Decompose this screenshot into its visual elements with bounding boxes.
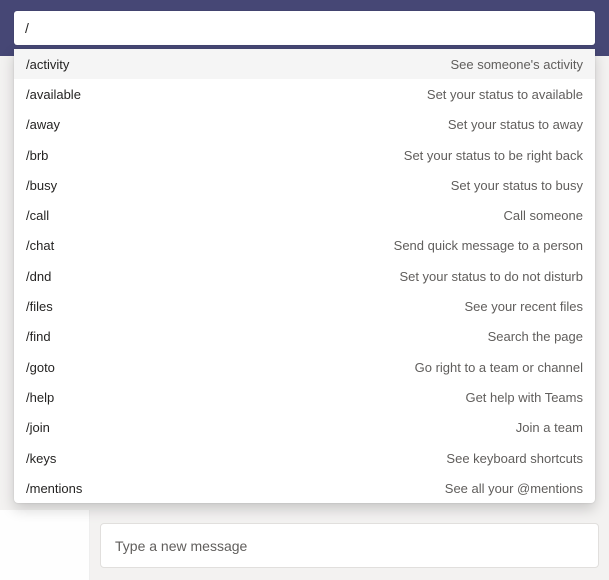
command-name: /away — [26, 117, 60, 132]
command-name: /find — [26, 329, 51, 344]
command-description: Set your status to away — [448, 117, 583, 132]
left-gutter — [0, 510, 90, 580]
command-row[interactable]: /find Search the page — [14, 322, 595, 352]
command-row[interactable]: /help Get help with Teams — [14, 382, 595, 412]
command-description: Call someone — [504, 208, 584, 223]
command-name: /goto — [26, 360, 55, 375]
command-description: Join a team — [516, 420, 583, 435]
command-name: /help — [26, 390, 54, 405]
command-description: See your recent files — [464, 299, 583, 314]
command-name: /busy — [26, 178, 57, 193]
app-header — [0, 0, 609, 56]
command-row[interactable]: /chat Send quick message to a person — [14, 231, 595, 261]
command-row[interactable]: /available Set your status to available — [14, 79, 595, 109]
command-row[interactable]: /goto Go right to a team or channel — [14, 352, 595, 382]
command-suggestions-dropdown: /activity See someone's activity/availabl… — [14, 49, 595, 503]
command-row[interactable]: /busy Set your status to busy — [14, 170, 595, 200]
search-input[interactable] — [25, 11, 584, 45]
command-description: See all your @mentions — [445, 481, 583, 496]
command-row[interactable]: /activity See someone's activity — [14, 49, 595, 79]
command-box[interactable] — [14, 11, 595, 45]
command-name: /brb — [26, 148, 48, 163]
command-name: /mentions — [26, 481, 82, 496]
command-description: Set your status to busy — [451, 178, 583, 193]
command-name: /call — [26, 208, 49, 223]
command-description: Send quick message to a person — [394, 238, 583, 253]
command-description: Set your status to do not disturb — [399, 269, 583, 284]
command-description: Go right to a team or channel — [415, 360, 583, 375]
command-row[interactable]: /mentions See all your @mentions — [14, 473, 595, 503]
compose-area: Type a new message — [0, 510, 609, 580]
command-name: /available — [26, 87, 81, 102]
command-description: Search the page — [488, 329, 583, 344]
command-row[interactable]: /away Set your status to away — [14, 110, 595, 140]
command-row[interactable]: /join Join a team — [14, 413, 595, 443]
command-row[interactable]: /files See your recent files — [14, 291, 595, 321]
command-name: /keys — [26, 451, 56, 466]
command-name: /join — [26, 420, 50, 435]
command-name: /files — [26, 299, 53, 314]
command-name: /activity — [26, 57, 69, 72]
command-description: See keyboard shortcuts — [446, 451, 583, 466]
message-input[interactable]: Type a new message — [100, 523, 599, 568]
command-description: Set your status to be right back — [404, 148, 583, 163]
command-name: /chat — [26, 238, 54, 253]
command-row[interactable]: /keys See keyboard shortcuts — [14, 443, 595, 473]
command-description: See someone's activity — [450, 57, 583, 72]
command-row[interactable]: /call Call someone — [14, 200, 595, 230]
command-description: Get help with Teams — [465, 390, 583, 405]
command-description: Set your status to available — [427, 87, 583, 102]
command-name: /dnd — [26, 269, 51, 284]
command-row[interactable]: /brb Set your status to be right back — [14, 140, 595, 170]
message-input-placeholder: Type a new message — [115, 538, 247, 554]
command-row[interactable]: /dnd Set your status to do not disturb — [14, 261, 595, 291]
